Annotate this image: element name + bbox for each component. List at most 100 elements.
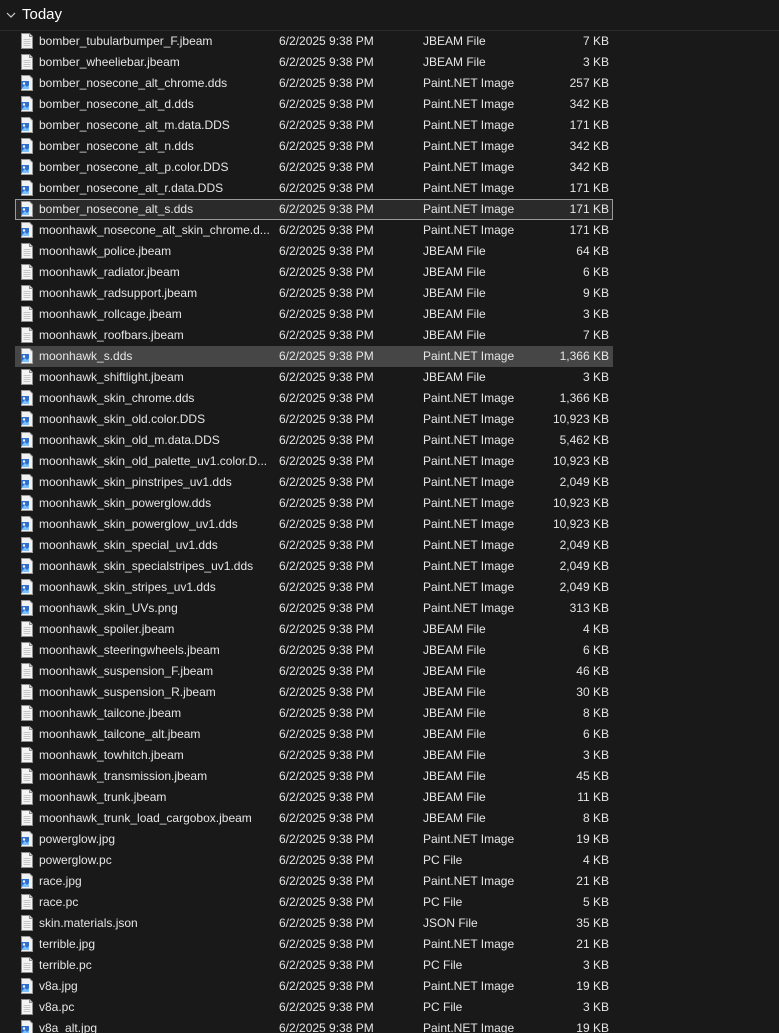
file-row[interactable]: bomber_nosecone_alt_p.color.DDS 6/2/2025… <box>0 157 779 178</box>
file-name: powerglow.jpg <box>39 832 116 846</box>
file-type: Paint.NET Image <box>423 979 515 993</box>
image-file-icon <box>21 432 33 448</box>
file-row[interactable]: powerglow.jpg 6/2/2025 9:38 PM Paint.NET… <box>0 829 779 850</box>
file-name: moonhawk_spoiler.jbeam <box>39 622 175 636</box>
file-type: JBEAM File <box>423 34 486 48</box>
file-row[interactable]: moonhawk_nosecone_alt_skin_chrome.d... 6… <box>0 220 779 241</box>
file-row[interactable]: moonhawk_skin_specialstripes_uv1.dds 6/2… <box>0 556 779 577</box>
file-row[interactable]: moonhawk_skin_chrome.dds 6/2/2025 9:38 P… <box>0 388 779 409</box>
file-name: bomber_nosecone_alt_n.dds <box>39 139 194 153</box>
file-row[interactable]: race.pc 6/2/2025 9:38 PM PC File 5 KB <box>0 892 779 913</box>
file-row[interactable]: v8a.pc 6/2/2025 9:38 PM PC File 3 KB <box>0 997 779 1018</box>
file-name: moonhawk_police.jbeam <box>39 244 172 258</box>
file-date-modified: 6/2/2025 9:38 PM <box>279 559 374 573</box>
image-file-icon <box>21 1020 33 1033</box>
file-size: 342 KB <box>569 139 609 153</box>
file-row[interactable]: moonhawk_skin_powerglow.dds 6/2/2025 9:3… <box>0 493 779 514</box>
file-row[interactable]: moonhawk_radsupport.jbeam 6/2/2025 9:38 … <box>0 283 779 304</box>
file-name: bomber_nosecone_alt_r.data.DDS <box>39 181 224 195</box>
file-date-modified: 6/2/2025 9:38 PM <box>279 202 374 216</box>
file-type: JBEAM File <box>423 664 486 678</box>
file-row[interactable]: moonhawk_radiator.jbeam 6/2/2025 9:38 PM… <box>0 262 779 283</box>
file-size: 6 KB <box>582 265 609 279</box>
file-row[interactable]: moonhawk_suspension_F.jbeam 6/2/2025 9:3… <box>0 661 779 682</box>
file-row[interactable]: terrible.jpg 6/2/2025 9:38 PM Paint.NET … <box>0 934 779 955</box>
file-size: 30 KB <box>576 685 609 699</box>
file-row[interactable]: bomber_nosecone_alt_s.dds 6/2/2025 9:38 … <box>0 199 779 220</box>
file-row[interactable]: moonhawk_skin_pinstripes_uv1.dds 6/2/202… <box>0 472 779 493</box>
file-type: JSON File <box>423 916 478 930</box>
file-row[interactable]: v8a_alt.jpg 6/2/2025 9:38 PM Paint.NET I… <box>0 1018 779 1033</box>
file-type: Paint.NET Image <box>423 349 515 363</box>
file-name: moonhawk_tailcone_alt.jbeam <box>39 727 201 741</box>
file-row[interactable]: moonhawk_s.dds 6/2/2025 9:38 PM Paint.NE… <box>0 346 779 367</box>
image-file-icon <box>21 873 33 889</box>
file-row[interactable]: v8a.jpg 6/2/2025 9:38 PM Paint.NET Image… <box>0 976 779 997</box>
file-row[interactable]: bomber_wheeliebar.jbeam 6/2/2025 9:38 PM… <box>0 52 779 73</box>
file-date-modified: 6/2/2025 9:38 PM <box>279 223 374 237</box>
document-icon <box>21 264 33 280</box>
file-row[interactable]: moonhawk_police.jbeam 6/2/2025 9:38 PM J… <box>0 241 779 262</box>
file-row[interactable]: moonhawk_skin_stripes_uv1.dds 6/2/2025 9… <box>0 577 779 598</box>
file-row[interactable]: bomber_tubularbumper_F.jbeam 6/2/2025 9:… <box>0 31 779 52</box>
file-type: Paint.NET Image <box>423 559 515 573</box>
file-row[interactable]: moonhawk_skin_old_m.data.DDS 6/2/2025 9:… <box>0 430 779 451</box>
file-name: bomber_wheeliebar.jbeam <box>39 55 180 69</box>
file-name: moonhawk_skin_powerglow.dds <box>39 496 212 510</box>
file-row[interactable]: powerglow.pc 6/2/2025 9:38 PM PC File 4 … <box>0 850 779 871</box>
file-row[interactable]: terrible.pc 6/2/2025 9:38 PM PC File 3 K… <box>0 955 779 976</box>
file-type: Paint.NET Image <box>423 118 515 132</box>
file-row[interactable]: moonhawk_tailcone.jbeam 6/2/2025 9:38 PM… <box>0 703 779 724</box>
file-row[interactable]: moonhawk_skin_UVs.png 6/2/2025 9:38 PM P… <box>0 598 779 619</box>
file-type: Paint.NET Image <box>423 937 515 951</box>
document-icon <box>21 747 33 763</box>
file-type: Paint.NET Image <box>423 97 515 111</box>
file-type: JBEAM File <box>423 811 486 825</box>
file-row[interactable]: moonhawk_steeringwheels.jbeam 6/2/2025 9… <box>0 640 779 661</box>
file-name: moonhawk_skin_specialstripes_uv1.dds <box>39 559 254 573</box>
file-row[interactable]: moonhawk_shiftlight.jbeam 6/2/2025 9:38 … <box>0 367 779 388</box>
file-row[interactable]: moonhawk_skin_powerglow_uv1.dds 6/2/2025… <box>0 514 779 535</box>
image-file-icon <box>21 978 33 994</box>
file-row[interactable]: moonhawk_skin_old.color.DDS 6/2/2025 9:3… <box>0 409 779 430</box>
file-row[interactable]: bomber_nosecone_alt_d.dds 6/2/2025 9:38 … <box>0 94 779 115</box>
file-date-modified: 6/2/2025 9:38 PM <box>279 979 374 993</box>
file-row[interactable]: moonhawk_trunk_load_cargobox.jbeam 6/2/2… <box>0 808 779 829</box>
file-name: bomber_nosecone_alt_m.data.DDS <box>39 118 230 132</box>
file-type: Paint.NET Image <box>423 475 515 489</box>
file-row[interactable]: moonhawk_transmission.jbeam 6/2/2025 9:3… <box>0 766 779 787</box>
group-header-today[interactable]: Today <box>0 0 779 31</box>
file-list: bomber_tubularbumper_F.jbeam 6/2/2025 9:… <box>0 31 779 1033</box>
file-row[interactable]: moonhawk_roofbars.jbeam 6/2/2025 9:38 PM… <box>0 325 779 346</box>
file-date-modified: 6/2/2025 9:38 PM <box>279 181 374 195</box>
file-type: JBEAM File <box>423 286 486 300</box>
file-name: moonhawk_skin_powerglow_uv1.dds <box>39 517 238 531</box>
document-icon <box>21 285 33 301</box>
file-row[interactable]: moonhawk_tailcone_alt.jbeam 6/2/2025 9:3… <box>0 724 779 745</box>
file-row[interactable]: moonhawk_towhitch.jbeam 6/2/2025 9:38 PM… <box>0 745 779 766</box>
file-row[interactable]: bomber_nosecone_alt_chrome.dds 6/2/2025 … <box>0 73 779 94</box>
file-name: moonhawk_nosecone_alt_skin_chrome.d... <box>39 223 270 237</box>
file-row[interactable]: moonhawk_rollcage.jbeam 6/2/2025 9:38 PM… <box>0 304 779 325</box>
file-size: 257 KB <box>569 76 609 90</box>
file-name: moonhawk_skin_old.color.DDS <box>39 412 206 426</box>
file-size: 2,049 KB <box>559 559 609 573</box>
file-row[interactable]: race.jpg 6/2/2025 9:38 PM Paint.NET Imag… <box>0 871 779 892</box>
file-size: 1,366 KB <box>559 349 609 363</box>
file-size: 8 KB <box>582 811 609 825</box>
file-row[interactable]: moonhawk_skin_old_palette_uv1.color.D...… <box>0 451 779 472</box>
file-size: 9 KB <box>582 286 609 300</box>
file-size: 171 KB <box>569 181 609 195</box>
file-row[interactable]: moonhawk_spoiler.jbeam 6/2/2025 9:38 PM … <box>0 619 779 640</box>
document-icon <box>21 243 33 259</box>
file-type: Paint.NET Image <box>423 223 515 237</box>
file-row[interactable]: skin.materials.json 6/2/2025 9:38 PM JSO… <box>0 913 779 934</box>
file-row[interactable]: moonhawk_suspension_R.jbeam 6/2/2025 9:3… <box>0 682 779 703</box>
file-row[interactable]: bomber_nosecone_alt_m.data.DDS 6/2/2025 … <box>0 115 779 136</box>
chevron-down-icon[interactable] <box>6 10 16 20</box>
file-row[interactable]: moonhawk_skin_special_uv1.dds 6/2/2025 9… <box>0 535 779 556</box>
file-row[interactable]: bomber_nosecone_alt_r.data.DDS 6/2/2025 … <box>0 178 779 199</box>
file-size: 342 KB <box>569 97 609 111</box>
file-row[interactable]: bomber_nosecone_alt_n.dds 6/2/2025 9:38 … <box>0 136 779 157</box>
file-row[interactable]: moonhawk_trunk.jbeam 6/2/2025 9:38 PM JB… <box>0 787 779 808</box>
